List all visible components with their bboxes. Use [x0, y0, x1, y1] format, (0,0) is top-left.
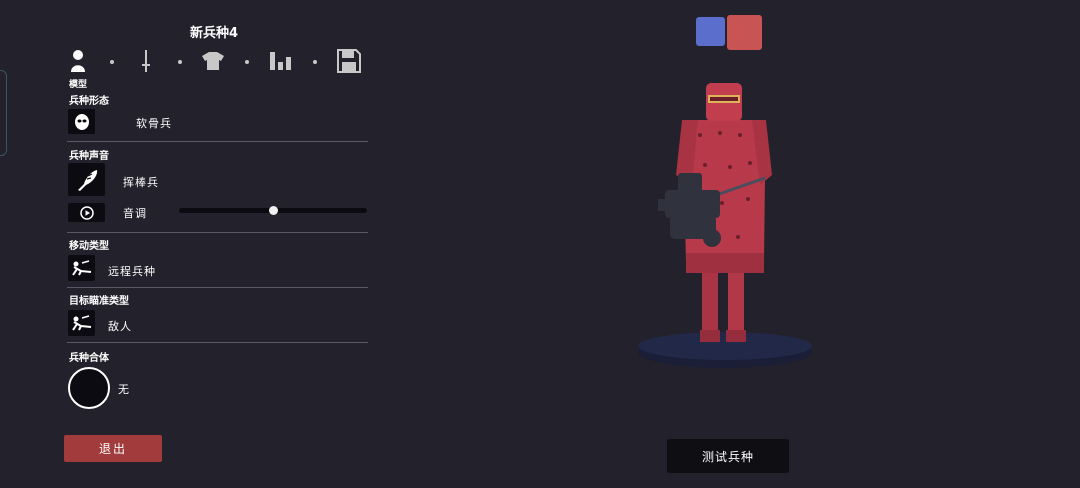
divider [67, 232, 368, 233]
divider [67, 141, 368, 142]
exit-button[interactable]: 退出 [64, 435, 162, 462]
ranged-unit-icon[interactable] [68, 255, 95, 281]
unit-voice-value: 挥棒兵 [123, 176, 159, 189]
unit-form-value: 软骨兵 [136, 117, 172, 130]
toolbar-active-label: 模型 [69, 80, 88, 90]
toolbar-separator [110, 60, 114, 64]
divider [67, 287, 368, 288]
play-icon[interactable] [68, 203, 105, 222]
target-type-label: 目标瞄准类型 [69, 296, 129, 307]
pitch-slider-handle[interactable] [268, 206, 278, 215]
unit-voice-label: 兵种声音 [69, 151, 109, 162]
merge-unit-slot[interactable] [68, 367, 110, 409]
mask-icon[interactable] [68, 109, 95, 134]
toolbar-separator [245, 60, 249, 64]
movement-type-label: 移动类型 [69, 241, 109, 252]
target-type-value: 敌人 [108, 320, 132, 333]
movement-type-value: 远程兵种 [108, 265, 156, 278]
stats-icon[interactable] [268, 48, 294, 74]
unit-merge-label: 兵种合体 [69, 353, 109, 364]
toolbar-separator [313, 60, 317, 64]
unit-form-label: 兵种形态 [69, 96, 109, 107]
red-team-swatch[interactable] [727, 15, 762, 50]
test-unit-button[interactable]: 测试兵种 [667, 439, 789, 473]
person-icon[interactable] [65, 48, 91, 74]
unit-title: 新兵种4 [189, 26, 239, 41]
pitch-label: 音调 [123, 207, 147, 220]
toolbar-separator [178, 60, 182, 64]
blue-team-swatch[interactable] [696, 17, 725, 46]
side-panel-tab[interactable] [0, 70, 7, 156]
save-icon[interactable] [336, 48, 362, 74]
club-icon[interactable] [68, 163, 105, 196]
shirt-icon[interactable] [200, 48, 226, 74]
unit-merge-value: 无 [118, 383, 130, 396]
target-unit-icon[interactable] [68, 310, 95, 336]
unit-preview-model[interactable] [620, 75, 830, 375]
sword-icon[interactable] [133, 48, 159, 74]
divider [67, 342, 368, 343]
